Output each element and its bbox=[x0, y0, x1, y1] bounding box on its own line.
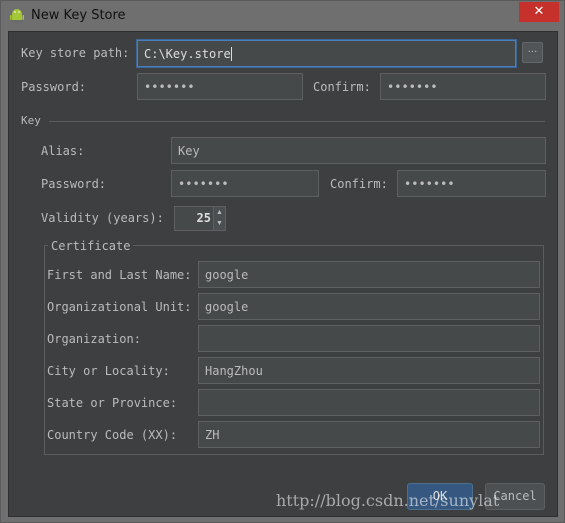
keystore-password-input[interactable]: ••••••• bbox=[137, 73, 303, 100]
spin-up-icon[interactable]: ▲ bbox=[214, 207, 225, 218]
first-last-name-input[interactable]: google bbox=[198, 261, 540, 288]
validity-spin-buttons[interactable]: ▲ ▼ bbox=[213, 207, 225, 230]
keystore-path-label: Key store path: bbox=[21, 46, 130, 60]
key-confirm-label: Confirm: bbox=[330, 177, 388, 191]
validity-value: 25 bbox=[196, 211, 211, 225]
org-unit-input[interactable]: google bbox=[198, 293, 540, 320]
first-last-name-label: First and Last Name: bbox=[47, 268, 192, 282]
new-key-store-dialog: New Key Store ✕ Key store path: C:\Key.s… bbox=[0, 0, 565, 523]
validity-stepper[interactable]: 25 ▲ ▼ bbox=[174, 206, 226, 231]
city-input[interactable]: HangZhou bbox=[198, 357, 540, 384]
keystore-confirm-input[interactable]: ••••••• bbox=[380, 73, 546, 100]
alias-label: Alias: bbox=[41, 144, 85, 158]
title-bar[interactable]: New Key Store ✕ bbox=[1, 1, 564, 31]
keystore-path-value: C:\Key.store bbox=[144, 47, 231, 61]
key-password-input[interactable]: ••••••• bbox=[171, 170, 319, 197]
close-button[interactable]: ✕ bbox=[519, 2, 559, 22]
keystore-password-label: Password: bbox=[21, 80, 87, 94]
key-password-label: Password: bbox=[41, 177, 107, 191]
keystore-path-input[interactable]: C:\Key.store bbox=[137, 40, 516, 67]
key-section-label: Key bbox=[21, 114, 41, 127]
organization-label: Organization: bbox=[47, 332, 141, 346]
state-label: State or Province: bbox=[47, 396, 178, 410]
country-code-label: Country Code (XX): bbox=[47, 428, 178, 442]
org-unit-label: Organizational Unit: bbox=[47, 300, 192, 314]
validity-label: Validity (years): bbox=[41, 211, 164, 225]
key-section-divider bbox=[49, 121, 545, 122]
alias-input[interactable]: Key bbox=[171, 137, 546, 164]
certificate-group-title: Certificate bbox=[48, 239, 134, 253]
android-icon bbox=[10, 9, 24, 23]
browse-button[interactable]: ... bbox=[522, 42, 543, 63]
dialog-content: Key store path: C:\Key.store ... Passwor… bbox=[8, 31, 558, 517]
window-title: New Key Store bbox=[31, 8, 126, 23]
keystore-confirm-label: Confirm: bbox=[313, 80, 371, 94]
spin-down-icon[interactable]: ▼ bbox=[214, 218, 225, 229]
country-code-input[interactable]: ZH bbox=[198, 421, 540, 448]
organization-input[interactable] bbox=[198, 325, 540, 352]
state-input[interactable] bbox=[198, 389, 540, 416]
city-label: City or Locality: bbox=[47, 364, 170, 378]
watermark-text: http://blog.csdn.net/sunylat bbox=[276, 491, 500, 510]
key-confirm-input[interactable]: ••••••• bbox=[397, 170, 546, 197]
